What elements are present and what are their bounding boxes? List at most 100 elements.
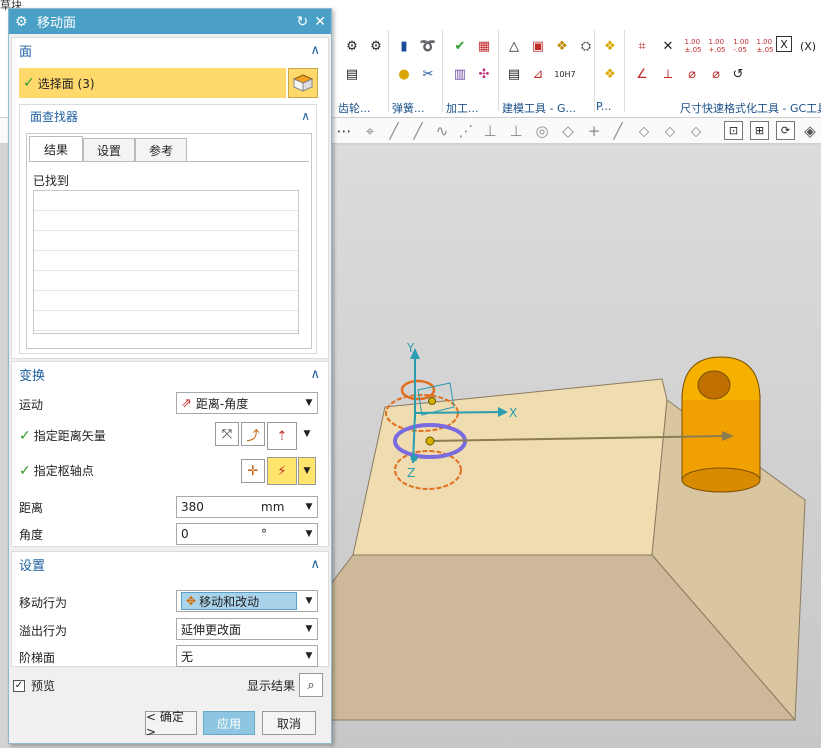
snap-circle-icon[interactable]: ◎: [532, 121, 552, 141]
tab-reference[interactable]: 参考: [135, 138, 187, 162]
origin-handle[interactable]: [428, 397, 436, 405]
check-machining-icon[interactable]: ✔: [450, 36, 470, 56]
motion-dropdown[interactable]: ⇗ 距离-角度 ▼: [176, 392, 318, 414]
snap-extra-icon[interactable]: ⬦: [686, 121, 706, 141]
measure-icon[interactable]: ⊿: [528, 64, 548, 84]
view-cube-icon[interactable]: ◈: [800, 121, 820, 141]
spring-delete-icon[interactable]: ✂: [418, 64, 438, 84]
triangle-icon[interactable]: △: [504, 36, 524, 56]
snap-perp-icon[interactable]: ⊥: [506, 121, 526, 141]
tab-settings[interactable]: 设置: [83, 138, 135, 162]
select-face-row[interactable]: ✓ 选择面 (3): [19, 68, 286, 98]
move-behavior-dropdown[interactable]: ✥ 移动和改动 ▼: [176, 590, 318, 612]
snap-bounded-icon[interactable]: ⬦: [660, 121, 680, 141]
dialog-title: 移动面: [37, 16, 77, 31]
collapse-chevron-icon[interactable]: ∧: [310, 367, 320, 382]
ribbon-group-spring[interactable]: 弹簧...: [392, 100, 425, 116]
tolerance-minus-icon[interactable]: 1.00 -.05: [730, 36, 752, 56]
machining-axis-icon[interactable]: ✣: [474, 64, 494, 84]
binoculars-icon[interactable]: ⛭: [576, 36, 596, 56]
angle-field[interactable]: 0 ° ▼: [176, 523, 318, 545]
snap-face-icon[interactable]: ⬦: [634, 121, 654, 141]
z-handle[interactable]: [410, 454, 418, 462]
point-inferred-icon[interactable]: ⚡: [267, 457, 297, 485]
face-section-header[interactable]: 面 ∧: [12, 38, 328, 62]
ribbon-group-gear[interactable]: 齿轮...: [338, 100, 371, 116]
more-icon[interactable]: ⋯: [334, 121, 354, 141]
snap-midpoint-icon[interactable]: ⋰: [456, 121, 476, 141]
fit-tolerance-icon[interactable]: 10H7: [552, 64, 578, 84]
dimension-frame-icon[interactable]: ⌗: [632, 36, 652, 56]
tolerance-both-icon[interactable]: 1.00 ±.05: [754, 36, 776, 56]
paren-x-icon[interactable]: (X): [798, 36, 818, 56]
cancel-button[interactable]: 取消: [262, 711, 316, 735]
snap-tangent-icon[interactable]: ⊥: [480, 121, 500, 141]
view-zoom-icon[interactable]: ⊞: [750, 121, 769, 140]
snap-intersect-icon[interactable]: +: [584, 121, 604, 141]
view-rotate-icon[interactable]: ⟳: [776, 121, 795, 140]
vector-dropdown-icon[interactable]: ▼: [298, 422, 316, 446]
ribbon-group-p[interactable]: P...: [596, 100, 611, 113]
ok-button[interactable]: < 确定 >: [145, 710, 197, 739]
sheet-icon[interactable]: ▣: [528, 36, 548, 56]
cube-tool-icon[interactable]: ❖: [552, 36, 572, 56]
pivot-handle[interactable]: [425, 436, 435, 446]
reverse-direction-icon[interactable]: ⤴: [241, 422, 265, 446]
spring-cylinder-icon[interactable]: ▮: [394, 36, 414, 56]
snap-center-icon[interactable]: ⌖: [360, 121, 380, 141]
step-face-dropdown[interactable]: 无 ▼: [176, 645, 318, 667]
point-dropdown-icon[interactable]: ▼: [298, 457, 316, 485]
ribbon-group-modeling[interactable]: 建模工具 - G...: [502, 100, 576, 116]
found-list[interactable]: [33, 190, 299, 334]
angle-dim-icon[interactable]: ∠: [632, 64, 652, 84]
gear-table-icon[interactable]: ▤: [342, 64, 362, 84]
angle-value: 0: [181, 527, 189, 541]
snap-curve-icon[interactable]: ∿: [432, 121, 452, 141]
ribbon-group-machining[interactable]: 加工...: [446, 100, 479, 116]
face-select-button[interactable]: [288, 68, 318, 98]
ribbon-group-dimension[interactable]: 尺寸快速格式化工具 - GC工具: [680, 100, 821, 116]
collapse-chevron-icon[interactable]: ∧: [310, 43, 320, 58]
view-fit-icon[interactable]: ⊡: [724, 121, 743, 140]
parts-icon[interactable]: ❖: [600, 36, 620, 56]
undo-icon[interactable]: ↺: [728, 64, 748, 84]
transform-section-header[interactable]: 变换 ∧: [12, 362, 328, 386]
machining-tree-icon[interactable]: ▦: [474, 36, 494, 56]
preview-checkbox[interactable]: ✓: [13, 679, 25, 692]
text-box-icon[interactable]: ▤: [504, 64, 524, 84]
distance-field[interactable]: 380 mm ▼: [176, 496, 318, 518]
parts-stack-icon[interactable]: ❖: [600, 64, 620, 84]
tolerance-sym-icon[interactable]: 1.00 ±.05: [682, 36, 704, 56]
boxed-x-icon[interactable]: X: [776, 36, 792, 52]
snap-quadrant-icon[interactable]: ◇: [558, 121, 578, 141]
diameter-icon[interactable]: ⌀: [682, 64, 702, 84]
vector-dialog-icon[interactable]: ⤧: [215, 422, 239, 446]
reset-icon[interactable]: ↻: [297, 14, 309, 30]
gear-tool-icon[interactable]: ⚙: [342, 36, 362, 56]
snap-line-icon[interactable]: ╱: [384, 121, 404, 141]
ruler-icon[interactable]: ⟂: [658, 64, 678, 84]
finder-header[interactable]: 面查找器 ∧: [20, 105, 316, 127]
apply-button[interactable]: 应用: [203, 711, 255, 735]
point-dialog-icon[interactable]: ✛: [241, 459, 265, 483]
spring-coil-icon[interactable]: ➰: [418, 36, 438, 56]
tab-results[interactable]: 结果: [29, 136, 83, 162]
spring-disc-icon[interactable]: ●: [394, 64, 414, 84]
gear-mesh-icon[interactable]: ⚙: [366, 36, 386, 56]
dialog-title-bar[interactable]: ⚙ 移动面 ↻ ✕: [9, 9, 331, 34]
show-result-button[interactable]: ⌕: [299, 673, 323, 697]
tolerance-plus-icon[interactable]: 1.00 +.05: [706, 36, 728, 56]
remove-tolerance-icon[interactable]: ✕: [658, 36, 678, 56]
x-axis[interactable]: [414, 411, 503, 414]
vector-inferred-icon[interactable]: ⇡: [267, 422, 297, 450]
snap-endpoint-icon[interactable]: ╱: [408, 121, 428, 141]
finder-collapse-icon[interactable]: ∧: [301, 109, 310, 123]
overflow-dropdown[interactable]: 延伸更改面 ▼: [176, 618, 318, 640]
diameter-alt-icon[interactable]: ⌀: [706, 64, 726, 84]
graphics-viewport[interactable]: Y X Z: [330, 145, 821, 748]
snap-point-icon[interactable]: ╱: [608, 121, 628, 141]
close-icon[interactable]: ✕: [314, 14, 326, 30]
machining-table-icon[interactable]: ▥: [450, 64, 470, 84]
collapse-chevron-icon[interactable]: ∧: [310, 557, 320, 572]
settings-section-header[interactable]: 设置 ∧: [12, 552, 328, 576]
